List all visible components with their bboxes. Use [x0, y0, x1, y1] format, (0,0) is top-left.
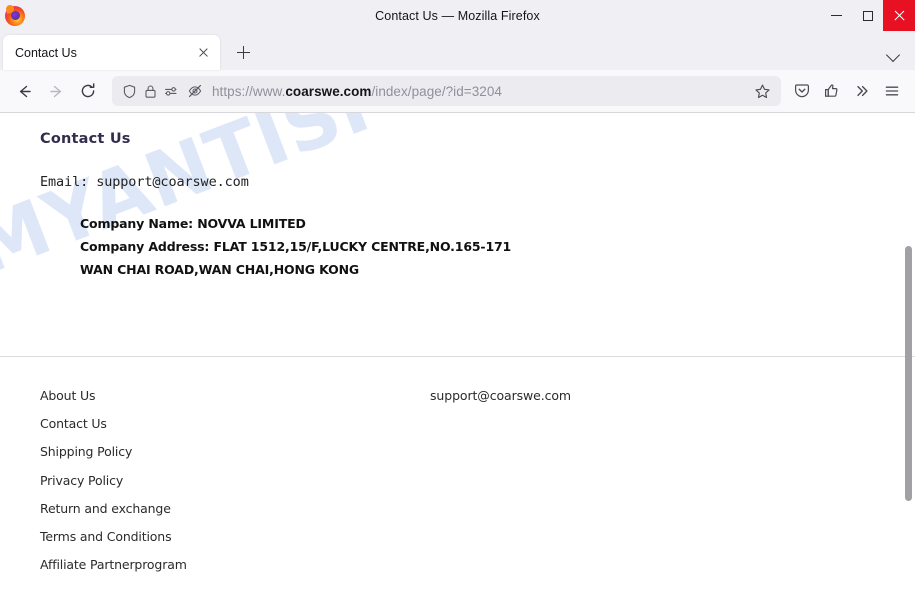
footer-links-column: About Us Contact Us Shipping Policy Priv…	[0, 382, 430, 579]
page-title: Contact Us	[40, 131, 131, 147]
forward-arrow-icon	[49, 85, 61, 97]
list-all-tabs-icon[interactable]	[885, 46, 903, 64]
footer-link-contact-us[interactable]: Contact Us	[40, 410, 430, 438]
application-menu-button[interactable]	[877, 76, 907, 106]
url-host: coarswe.com	[285, 83, 372, 99]
scrollbar-thumb[interactable]	[905, 246, 912, 501]
back-arrow-icon	[19, 85, 31, 97]
window-controls	[821, 0, 915, 31]
chevron-double-right-icon	[857, 85, 868, 97]
url-path: /index/page/?id=3204	[371, 83, 502, 99]
footer-link-shipping-policy[interactable]: Shipping Policy	[40, 438, 430, 466]
footer-contact-column: support@coarswe.com	[430, 382, 915, 579]
reload-icon	[81, 83, 95, 98]
lock-icon[interactable]	[144, 84, 157, 99]
browser-tab-contact-us[interactable]: Contact Us	[3, 35, 220, 70]
star-icon	[754, 84, 770, 98]
footer-contact-email: support@coarswe.com	[430, 388, 572, 403]
window-title: Contact Us — Mozilla Firefox	[375, 8, 540, 23]
hamburger-menu-icon	[885, 86, 899, 96]
tab-close-icon[interactable]	[194, 44, 212, 62]
company-info-block: Company Name: NOVVA LIMITED Company Addr…	[80, 212, 915, 281]
minimize-icon	[831, 15, 842, 16]
maximize-icon	[862, 10, 873, 21]
share-button[interactable]	[817, 76, 847, 106]
share-thumb-icon	[824, 84, 838, 97]
url-bar[interactable]: https://www.coarswe.com/index/page/?id=3…	[112, 76, 781, 106]
close-icon	[893, 10, 905, 22]
tab-title: Contact Us	[15, 45, 77, 60]
window-titlebar: Contact Us — Mozilla Firefox	[0, 0, 915, 31]
minimize-button[interactable]	[821, 0, 852, 31]
forward-button[interactable]	[40, 75, 72, 107]
bookmark-button[interactable]	[751, 80, 773, 102]
navigation-toolbar: https://www.coarswe.com/index/page/?id=3…	[0, 70, 915, 113]
overflow-menu-button[interactable]	[847, 76, 877, 106]
firefox-browser-window: Contact Us — Mozilla Firefox Contact Us	[0, 0, 915, 615]
web-page: MYANTISPYWARE.COM Contact Us Email: supp…	[0, 113, 915, 615]
footer-link-terms-and-conditions[interactable]: Terms and Conditions	[40, 523, 430, 551]
pocket-icon	[795, 84, 809, 98]
url-bar-icons	[122, 83, 203, 99]
firefox-logo-icon	[5, 3, 25, 26]
company-address-line-1: Company Address: FLAT 1512,15/F,LUCKY CE…	[80, 239, 512, 254]
footer-link-privacy-policy[interactable]: Privacy Policy	[40, 467, 430, 495]
shield-icon[interactable]	[122, 84, 137, 99]
maximize-button[interactable]	[852, 0, 883, 31]
back-button[interactable]	[8, 75, 40, 107]
company-name-line: Company Name: NOVVA LIMITED	[80, 216, 306, 231]
pocket-button[interactable]	[787, 76, 817, 106]
page-viewport: MYANTISPYWARE.COM Contact Us Email: supp…	[0, 113, 915, 615]
url-prefix: https://www.	[212, 83, 286, 99]
new-tab-button[interactable]	[228, 37, 258, 67]
close-window-button[interactable]	[883, 0, 915, 31]
autoplay-blocked-icon[interactable]	[187, 83, 203, 99]
reload-button[interactable]	[72, 75, 104, 107]
page-content: Contact Us Email: support@coarswe.com Co…	[0, 113, 915, 281]
footer-link-about-us[interactable]: About Us	[40, 382, 430, 410]
footer-link-return-and-exchange[interactable]: Return and exchange	[40, 495, 430, 523]
footer-link-affiliate-partnerprogram[interactable]: Affiliate Partnerprogram	[40, 551, 430, 579]
company-address-line-2: WAN CHAI ROAD,WAN CHAI,HONG KONG	[80, 262, 359, 277]
contact-email-line: Email: support@coarswe.com	[40, 174, 249, 190]
site-permissions-icon[interactable]	[164, 84, 180, 99]
url-text: https://www.coarswe.com/index/page/?id=3…	[212, 84, 751, 99]
page-scrollbar[interactable]	[900, 113, 915, 615]
tab-strip: Contact Us	[0, 31, 915, 70]
page-footer: About Us Contact Us Shipping Policy Priv…	[0, 357, 915, 579]
